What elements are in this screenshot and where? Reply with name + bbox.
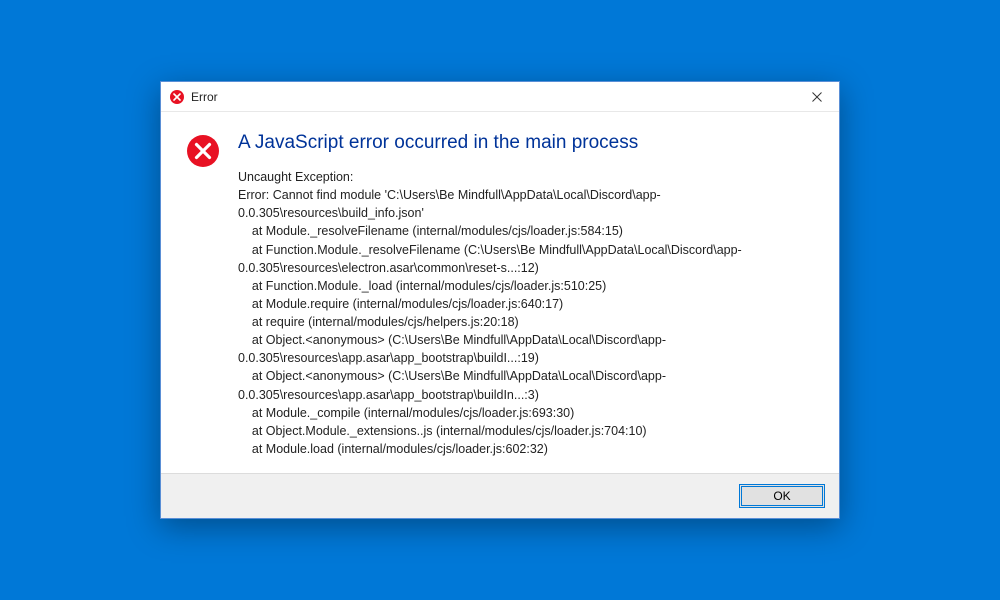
error-icon <box>186 134 220 168</box>
ok-button[interactable]: OK <box>739 484 825 508</box>
error-icon <box>169 89 185 105</box>
dialog-heading: A JavaScript error occurred in the main … <box>238 132 809 154</box>
dialog-button-row: OK <box>161 473 839 518</box>
close-icon <box>812 92 822 102</box>
dialog-text-column: A JavaScript error occurred in the main … <box>238 132 809 458</box>
titlebar-title: Error <box>191 90 794 104</box>
dialog-content: A JavaScript error occurred in the main … <box>161 112 839 473</box>
error-dialog: Error A JavaScript error occurred in the… <box>160 81 840 519</box>
titlebar: Error <box>161 82 839 112</box>
dialog-body-text: Uncaught Exception: Error: Cannot find m… <box>238 168 809 458</box>
close-button[interactable] <box>794 82 839 112</box>
